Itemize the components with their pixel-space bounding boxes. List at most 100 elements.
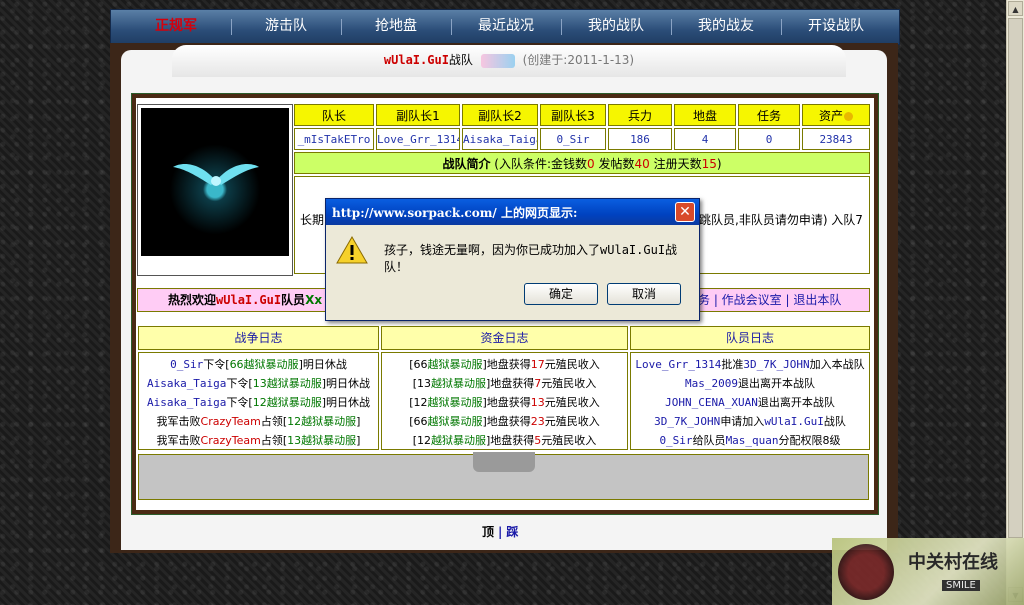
nav-item-my-team[interactable]: 我的战队 <box>561 10 671 44</box>
vote-footer: 顶 | 踩 <box>482 523 518 540</box>
funds-log-entry: [12越狱暴动服]地盘获得5元殖民收入 <box>382 431 627 450</box>
war-log-entry: Aisaka_Taiga下令[13越狱暴动服]明日休战 <box>139 374 378 393</box>
members-log-segment[interactable]: wUlaI.GuI <box>764 415 824 428</box>
stat-header-vice1: 副队长1 <box>376 104 460 126</box>
stat-header-tasks: 任务 <box>738 104 800 126</box>
warning-icon <box>336 235 368 264</box>
stat-header-assets-label: 资产 <box>818 109 843 123</box>
stat-tasks: 0 <box>738 128 800 150</box>
members-log-segment[interactable]: JOHN_CENA_XUAN <box>665 396 758 409</box>
window-scrollbar[interactable]: ▲ ▼ <box>1006 0 1024 605</box>
intro-title: 战队简介 <box>442 157 491 171</box>
funds-log-segment: 元殖民收入 <box>544 358 600 371</box>
funds-log-segment: ]地盘获得 <box>482 415 531 428</box>
site-watermark: 中关村在线 SMILE <box>832 538 1024 605</box>
stat-header-assets: 资产 <box>802 104 870 126</box>
intro-cond-suffix: ) <box>716 157 722 171</box>
funds-log-entry: [13越狱暴动服]地盘获得7元殖民收入 <box>382 374 627 393</box>
intro-days: 15 <box>701 157 717 171</box>
stat-vice1[interactable]: Love_Grr_1314 <box>376 128 460 150</box>
members-log-segment: 批准 <box>721 358 744 371</box>
members-log-segment: 加入本战队 <box>809 358 865 371</box>
stat-vice3[interactable]: 0_Sir <box>540 128 606 150</box>
funds-log-segment: 元殖民收入 <box>544 415 600 428</box>
vote-down-link[interactable]: 踩 <box>506 525 518 539</box>
members-log-segment[interactable]: Mas_quan <box>726 434 779 447</box>
welcome-text: 热烈欢迎wUlaI.GuI队员Xx <box>168 289 322 311</box>
intro-posts: 40 <box>634 157 650 171</box>
nav-item-create-team[interactable]: 开设战队 <box>781 10 891 44</box>
cancel-button[interactable]: 取消 <box>607 283 681 305</box>
funds-log-entry: [66越狱暴动服]地盘获得23元殖民收入 <box>382 412 627 431</box>
members-log-segment[interactable]: Love_Grr_1314 <box>635 358 721 371</box>
funds-log-segment: [13 <box>412 377 431 390</box>
welcome-tail: Xx <box>305 293 323 307</box>
stat-header-territory: 地盘 <box>674 104 736 126</box>
team-name[interactable]: wUlaI.GuI <box>384 53 449 67</box>
members-log-segment: 战队 <box>823 415 846 428</box>
nav-item-my-comrades[interactable]: 我的战友 <box>671 10 781 44</box>
members-log-segment: 给队员 <box>692 434 726 447</box>
war-log-segment[interactable]: Aisaka_Taiga <box>147 377 226 390</box>
funds-log-segment: [12 <box>409 396 428 409</box>
war-log-segment: 12越狱暴动服 <box>252 396 322 409</box>
war-log-segment[interactable]: Aisaka_Taiga <box>147 396 226 409</box>
funds-log-segment: ]地盘获得 <box>486 434 535 447</box>
nav-item-grab-territory[interactable]: 抢地盘 <box>341 10 451 44</box>
nav-item-regular-army[interactable]: 正规军 <box>121 10 231 44</box>
watermark-badge: SMILE <box>942 580 980 591</box>
members-log-segment[interactable]: 3D_7K_JOHN <box>654 415 720 428</box>
war-log-segment: 我军击败 <box>156 434 201 447</box>
stat-captain[interactable]: _mIsTakETro <box>294 128 374 150</box>
war-log-entry: 我军击败CrazyTeam占领[13越狱暴动服] <box>139 431 378 450</box>
members-log-segment: 退出离开本战队 <box>757 396 835 409</box>
team-emblem <box>137 104 293 276</box>
scroll-up-arrow[interactable]: ▲ <box>1008 1 1023 16</box>
gray-tab-handle <box>473 452 535 472</box>
team-created-date: (创建于:2011-1-13) <box>522 53 635 67</box>
funds-log-segment: 元殖民收入 <box>541 434 597 447</box>
members-log-segment[interactable]: 0_Sir <box>659 434 692 447</box>
war-log-segment: 下令[ <box>203 358 230 371</box>
funds-log-segment: ]地盘获得 <box>486 377 535 390</box>
funds-log-segment: ]地盘获得 <box>482 396 531 409</box>
funds-log-segment: 越狱暴动服 <box>427 396 483 409</box>
funds-log-segment: 越狱暴动服 <box>431 434 486 447</box>
war-log-entry: Aisaka_Taiga下令[12越狱暴动服]明日休战 <box>139 393 378 412</box>
top-nav-bar: 正规军 游击队 抢地盘 最近战况 我的战队 我的战友 开设战队 <box>110 9 900 45</box>
members-log-segment[interactable]: Mas_2009 <box>685 377 738 390</box>
war-log-segment: ]明日休战 <box>321 377 371 390</box>
intro-body-left: 长期 <box>300 213 325 227</box>
coin-icon <box>844 112 853 121</box>
dialog-title-bar[interactable]: http://www.sorpack.com/ 上的网页显示: ✕ <box>326 199 699 225</box>
war-log-segment: 占领[ <box>260 434 288 447</box>
war-log-segment: 占领[ <box>260 415 288 428</box>
dialog-message-pre: 孩子，钱途无量啊，因为你已成功加入了 <box>384 243 601 257</box>
funds-log-segment: [66 <box>409 415 428 428</box>
stat-territory: 4 <box>674 128 736 150</box>
intro-cond-prefix: (入队条件:金钱数 <box>494 157 588 171</box>
stat-troops: 186 <box>608 128 672 150</box>
vote-up-link[interactable]: 顶 <box>482 525 494 539</box>
stat-header-vice3: 副队长3 <box>540 104 606 126</box>
ok-button[interactable]: 确定 <box>524 283 598 305</box>
scroll-thumb[interactable] <box>1008 18 1023 538</box>
funds-log-segment: ]地盘获得 <box>482 358 531 371</box>
dialog-title: http://www.sorpack.com/ 上的网页显示: <box>332 206 578 220</box>
members-log-entry: 0_Sir给队员Mas_quan分配权限8级 <box>631 431 869 450</box>
war-log-segment[interactable]: 0_Sir <box>170 358 203 371</box>
team-links[interactable]: 务 | 作战会议室 | 退出本队 <box>698 289 841 311</box>
close-icon[interactable]: ✕ <box>675 202 695 222</box>
war-log-entry: 我军击败CrazyTeam占领[12越狱暴动服] <box>139 412 378 431</box>
intro-posts-label: 发帖数 <box>594 157 635 171</box>
war-log-segment: ]明日休战 <box>298 358 347 371</box>
members-log-segment[interactable]: 3D_7K_JOHN <box>743 358 809 371</box>
members-log-segment: 退出离开本战队 <box>737 377 815 390</box>
nav-item-recent-battles[interactable]: 最近战况 <box>451 10 561 44</box>
funds-log-segment: 元殖民收入 <box>544 396 600 409</box>
stat-vice2[interactable]: Aisaka_Taiga <box>462 128 538 150</box>
members-log-entry: JOHN_CENA_XUAN退出离开本战队 <box>631 393 869 412</box>
funds-log-segment: 越狱暴动服 <box>431 377 486 390</box>
stat-header-troops: 兵力 <box>608 104 672 126</box>
nav-item-guerrilla[interactable]: 游击队 <box>231 10 341 44</box>
